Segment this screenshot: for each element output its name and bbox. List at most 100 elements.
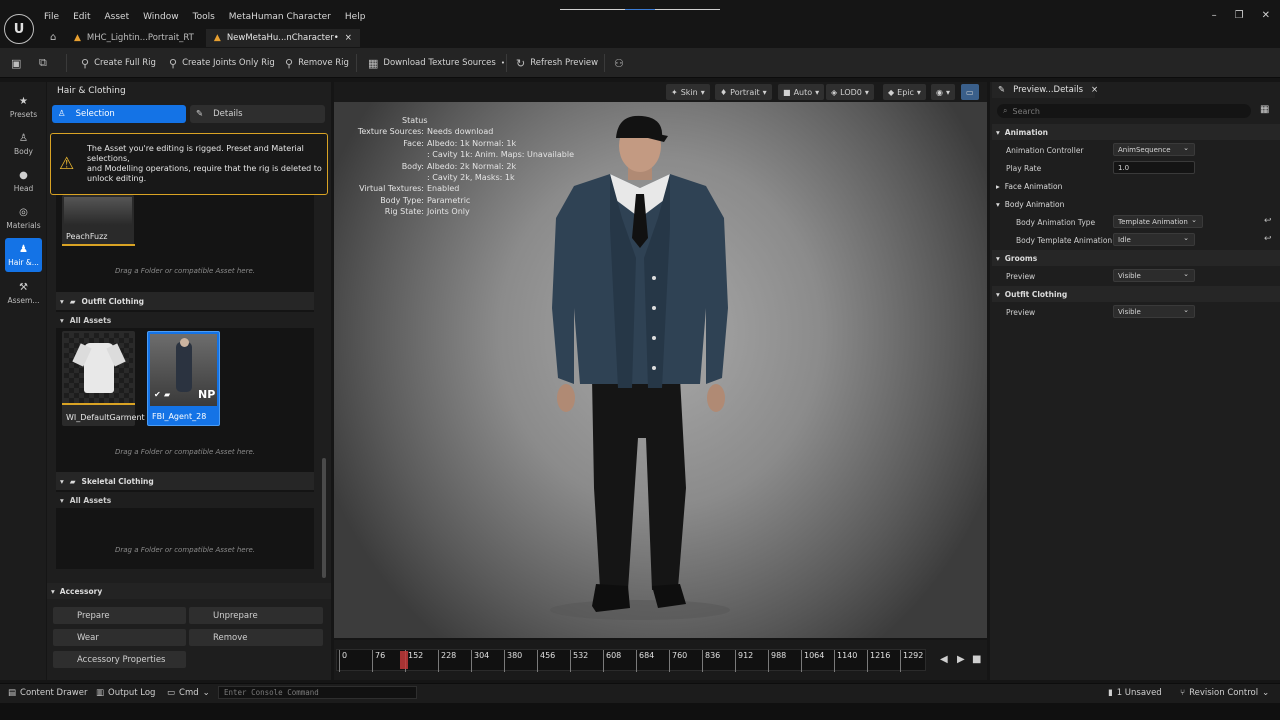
outfit-all-assets-header[interactable]: ▾ All Assets [56,312,314,328]
vtab-assembly[interactable]: ⚒ Assem... [5,276,42,310]
hair-icon: ♟ [19,243,28,255]
tab-lighting-portrait[interactable]: ▲ MHC_Lightin...Portrait_RT [66,29,202,47]
unreal-logo-icon[interactable]: U [4,14,34,44]
chevron-down-icon: ⌄ [1183,270,1189,278]
create-joints-only-rig-button[interactable]: ⚲ Create Joints Only Rig [169,48,275,78]
vtab-head[interactable]: ● Head [5,164,42,198]
category-label: Outfit Clothing [1004,289,1068,299]
skin-dropdown[interactable]: ✦ Skin ▾ [666,84,710,100]
save-icon[interactable]: ▣ [11,48,21,78]
preview-details-tab[interactable]: ✎ Preview...Details × [992,82,1098,98]
category-outfit-clothing[interactable]: ▾ Outfit Clothing [992,286,1280,302]
vtab-body[interactable]: ♙ Body [5,127,42,161]
wi-default-garment-thumbnail[interactable]: WI_DefaultGarment [62,331,145,426]
auto-dropdown[interactable]: ■ Auto ▾ [778,84,825,100]
prepare-button[interactable]: Prepare [53,607,186,624]
playhead[interactable] [400,651,408,669]
create-full-rig-button[interactable]: ⚲ Create Full Rig [81,48,156,78]
category-label: Body Animation [1004,199,1065,209]
play-icon[interactable]: ▶ [957,654,965,665]
restore-icon[interactable]: ❐ [1235,10,1244,21]
tick-label: 760 [669,650,687,672]
stop-icon[interactable]: ■ [972,654,981,665]
vtab-label: Assem... [7,295,40,305]
vtab-hair-clothing[interactable]: ♟ Hair &... [5,238,42,272]
cmd-dropdown[interactable]: ▭ Cmd ⌄ [167,683,210,703]
keyboard-icon[interactable]: ▭ [961,84,979,100]
reset-arrow-icon[interactable]: ↩ [1264,234,1272,244]
animation-controller-dropdown[interactable]: AnimSequence ⌄ [1113,143,1195,156]
outfit-clothing-header[interactable]: ▾ ▰ Outfit Clothing [56,292,314,310]
menu-bar: File Edit Asset Window Tools MetaHuman C… [44,12,365,26]
accessory-header[interactable]: ▾ Accessory [47,583,331,599]
quality-dropdown[interactable]: ◆ Epic ▾ [883,84,926,100]
rig-icon: ⚲ [285,56,294,70]
category-label: Face Animation [1004,181,1063,191]
skeletal-all-assets-header[interactable]: ▾ All Assets [56,492,314,508]
grid-view-icon[interactable]: ▦ [1260,104,1269,115]
remove-rig-button[interactable]: ⚲ Remove Rig [285,48,349,78]
accessory-label: Accessory [59,586,103,596]
vtab-presets[interactable]: ★ Presets [5,90,42,124]
play-rate-input[interactable]: 1.0 [1113,161,1195,174]
portrait-label: Portrait [730,87,760,97]
download-texture-sources-button[interactable]: ▦ Download Texture Sources • [368,48,505,78]
reset-arrow-icon[interactable]: ↩ [1264,216,1272,226]
chevron-right-icon: ▸ [996,181,1000,191]
revision-control-button[interactable]: ⑂ Revision Control ⌄ [1180,683,1269,703]
outfit-preview-dropdown[interactable]: Visible ⌄ [1113,305,1195,318]
vtab-materials[interactable]: ◎ Materials [5,201,42,235]
category-grooms[interactable]: ▾ Grooms [992,250,1280,266]
category-animation[interactable]: ▾ Animation [992,124,1280,140]
menu-edit[interactable]: Edit [73,12,90,26]
close-tab-icon[interactable]: × [1091,85,1098,95]
fbi-agent-thumbnail[interactable]: ✔ ▰ NP FBI_Agent_28 [147,331,220,426]
step-back-icon[interactable]: ◀ [940,654,948,665]
revision-icon: ⑂ [1180,688,1186,698]
category-body-animation[interactable]: ▾ Body Animation [992,196,1280,212]
home-icon[interactable]: ⌂ [50,32,56,43]
timeline-ruler[interactable]: 0 76 152 228 304 380 456 532 608 684 760… [336,649,926,672]
minimize-icon[interactable]: – [1212,10,1217,21]
details-search-input[interactable]: ⌕ Search [997,104,1251,118]
peachfuzz-thumbnail[interactable]: PeachFuzz [62,195,134,245]
menu-asset[interactable]: Asset [105,12,130,26]
output-log-button[interactable]: ▥ Output Log [96,683,155,703]
log-icon: ▥ [96,688,105,698]
left-panel-scrollbar[interactable] [322,458,326,578]
clothing-icon: ▰ [69,296,76,306]
menu-help[interactable]: Help [345,12,366,26]
details-tab-button[interactable]: ✎ Details [190,105,325,123]
console-input[interactable]: Enter Console Command [218,686,417,699]
tab-new-metahuman-character[interactable]: ▲ NewMetaHu...nCharacter• × [205,29,360,47]
category-face-animation[interactable]: ▸ Face Animation [992,178,1280,194]
browse-icon[interactable]: ⧉ [39,48,47,78]
refresh-preview-button[interactable]: ↻ Refresh Preview [516,48,598,78]
chevron-down-icon: ▾ [51,586,55,596]
user-icon[interactable]: ⚇ [614,48,624,78]
wear-button[interactable]: Wear [53,629,186,646]
tick-label: 684 [636,650,654,672]
skeletal-clothing-header[interactable]: ▾ ▰ Skeletal Clothing [56,472,314,490]
content-drawer-button[interactable]: ▤ Content Drawer [8,683,87,703]
selection-tab-button[interactable]: ♙ Selection [52,105,186,123]
portrait-dropdown[interactable]: ♦ Portrait ▾ [715,84,772,100]
body-animation-type-dropdown[interactable]: Template Animation ⌄ [1113,215,1203,228]
view-options-dropdown[interactable]: ◉ ▾ [931,84,955,100]
chevron-down-icon: ▾ [996,127,1000,137]
accessory-properties-button[interactable]: Accessory Properties [53,651,186,668]
menu-metahuman-character[interactable]: MetaHuman Character [229,12,331,26]
clothing-badge-icon: ▰ [164,390,171,399]
remove-button[interactable]: Remove [189,629,323,646]
metahuman-character[interactable] [510,108,770,628]
body-template-animation-dropdown[interactable]: Idle ⌄ [1113,233,1195,246]
unprepare-button[interactable]: Unprepare [189,607,323,624]
menu-tools[interactable]: Tools [193,12,215,26]
menu-file[interactable]: File [44,12,59,26]
unsaved-button[interactable]: ▮ 1 Unsaved [1108,683,1162,703]
close-window-icon[interactable]: ✕ [1262,10,1270,21]
menu-window[interactable]: Window [143,12,179,26]
grooms-preview-dropdown[interactable]: Visible ⌄ [1113,269,1195,282]
lod-dropdown[interactable]: ◈ LOD0 ▾ [826,84,874,100]
close-tab-icon[interactable]: × [345,33,352,43]
